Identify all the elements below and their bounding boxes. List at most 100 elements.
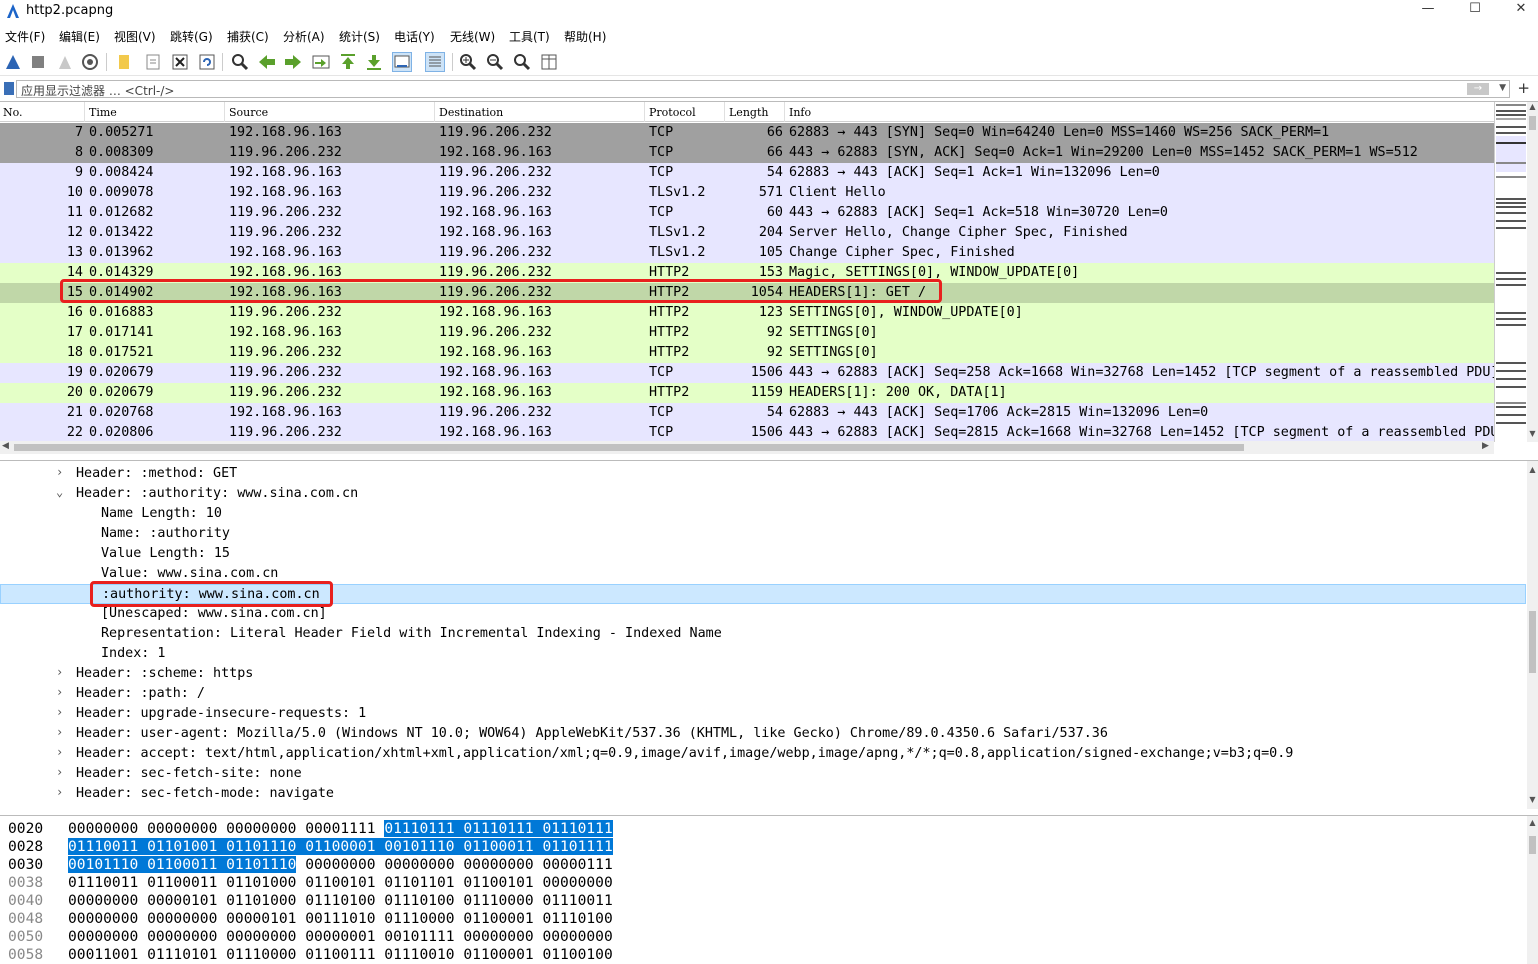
detail-row[interactable]: › Header: :scheme: https bbox=[0, 664, 1526, 684]
packet-details[interactable]: › Header: :method: GET ⌄ Header: :authority… bbox=[0, 460, 1538, 809]
packet-list-vertical-scrollbar[interactable]: ▲ ▼ bbox=[1527, 102, 1538, 442]
menu-tools[interactable]: 工具(T) bbox=[509, 28, 550, 45]
packet-list[interactable]: No. Time Source Destination Protocol Len… bbox=[0, 101, 1538, 454]
go-to-packet-icon[interactable] bbox=[311, 52, 331, 72]
details-vertical-scrollbar[interactable]: ▲ ▼ bbox=[1527, 461, 1538, 809]
minimize-button[interactable]: — bbox=[1405, 0, 1451, 22]
expand-chevron-icon[interactable]: › bbox=[56, 785, 63, 799]
detail-row[interactable]: › Header: :method: GET bbox=[0, 464, 1526, 484]
zoom-in-icon[interactable] bbox=[458, 52, 478, 72]
menu-help[interactable]: 帮助(H) bbox=[564, 28, 606, 45]
first-packet-icon[interactable] bbox=[338, 52, 358, 72]
last-packet-icon[interactable] bbox=[364, 52, 384, 72]
detail-row-selected[interactable]: :authority: www.sina.com.cn bbox=[0, 584, 1526, 604]
add-filter-button-icon[interactable]: + bbox=[1517, 79, 1530, 97]
maximize-button[interactable]: ☐ bbox=[1452, 0, 1498, 22]
detail-row[interactable]: Value: www.sina.com.cn bbox=[0, 564, 1526, 584]
expand-chevron-icon[interactable]: › bbox=[56, 685, 63, 699]
start-capture-icon[interactable] bbox=[3, 52, 23, 72]
detail-row[interactable]: ⌄ Header: :authority: www.sina.com.cn bbox=[0, 484, 1526, 504]
menu-capture[interactable]: 捕获(C) bbox=[227, 28, 269, 45]
minimap-stripe bbox=[1496, 220, 1526, 222]
packet-row[interactable]: 17 0.017141 192.168.96.163 119.96.206.232 HT… bbox=[0, 323, 1494, 343]
go-forward-icon[interactable] bbox=[283, 52, 303, 72]
stop-capture-icon[interactable] bbox=[28, 52, 48, 72]
packet-row[interactable]: 15 0.014902 192.168.96.163 119.96.206.232 HT… bbox=[0, 283, 1494, 303]
go-back-icon[interactable] bbox=[257, 52, 277, 72]
close-file-icon[interactable] bbox=[170, 52, 190, 72]
column-length[interactable]: Length bbox=[729, 106, 768, 119]
auto-scroll-icon[interactable] bbox=[392, 52, 412, 72]
packet-row[interactable]: 13 0.013962 192.168.96.163 119.96.206.232 TL… bbox=[0, 243, 1494, 263]
detail-row[interactable]: Value Length: 15 bbox=[0, 544, 1526, 564]
packet-row[interactable]: 20 0.020679 119.96.206.232 192.168.96.163 HT… bbox=[0, 383, 1494, 403]
packet-row[interactable]: 9 0.008424 192.168.96.163 119.96.206.232 TCP… bbox=[0, 163, 1494, 183]
save-file-icon[interactable] bbox=[143, 52, 163, 72]
packet-row[interactable]: 21 0.020768 192.168.96.163 119.96.206.232 TC… bbox=[0, 403, 1494, 423]
capture-options-icon[interactable] bbox=[80, 52, 100, 72]
expand-chevron-icon[interactable]: › bbox=[56, 705, 63, 719]
expand-chevron-icon[interactable]: › bbox=[56, 765, 63, 779]
detail-row[interactable]: Index: 1 bbox=[0, 644, 1526, 664]
packet-bytes[interactable]: 0020 00000000 00000000 00000000 00001111 … bbox=[0, 815, 1538, 964]
menu-view[interactable]: 视图(V) bbox=[114, 28, 156, 45]
open-file-icon[interactable] bbox=[114, 52, 134, 72]
packet-row[interactable]: 12 0.013422 119.96.206.232 192.168.96.163 TL… bbox=[0, 223, 1494, 243]
menu-wireless[interactable]: 无线(W) bbox=[450, 28, 495, 45]
column-no[interactable]: No. bbox=[3, 106, 23, 119]
packet-minimap[interactable] bbox=[1494, 102, 1526, 442]
menu-go[interactable]: 跳转(G) bbox=[170, 28, 213, 45]
detail-row[interactable]: › Header: :path: / bbox=[0, 684, 1526, 704]
menu-analyze[interactable]: 分析(A) bbox=[283, 28, 325, 45]
detail-row[interactable]: › Header: upgrade-insecure-requests: 1 bbox=[0, 704, 1526, 724]
detail-row[interactable]: Representation: Literal Header Field wit… bbox=[0, 624, 1526, 644]
packet-row[interactable]: 18 0.017521 119.96.206.232 192.168.96.163 HT… bbox=[0, 343, 1494, 363]
expand-chevron-icon[interactable]: › bbox=[56, 725, 63, 739]
normal-size-icon[interactable] bbox=[512, 52, 532, 72]
column-protocol[interactable]: Protocol bbox=[649, 106, 696, 119]
detail-row[interactable]: › Header: sec-fetch-mode: navigate bbox=[0, 784, 1526, 804]
packet-protocol: TCP bbox=[649, 125, 674, 140]
minimap-stripe bbox=[1496, 162, 1526, 164]
packet-row[interactable]: 10 0.009078 192.168.96.163 119.96.206.232 TL… bbox=[0, 183, 1494, 203]
menu-telephony[interactable]: 电话(Y) bbox=[394, 28, 435, 45]
detail-row[interactable]: › Header: accept: text/html,application/x… bbox=[0, 744, 1526, 764]
restart-capture-icon[interactable] bbox=[55, 52, 75, 72]
detail-row[interactable]: Name Length: 10 bbox=[0, 504, 1526, 524]
apply-filter-button[interactable]: → bbox=[1467, 83, 1489, 95]
detail-row[interactable]: Name: :authority bbox=[0, 524, 1526, 544]
detail-row[interactable]: › Header: user-agent: Mozilla/5.0 (Window… bbox=[0, 724, 1526, 744]
collapse-chevron-icon[interactable]: ⌄ bbox=[56, 485, 63, 499]
column-destination[interactable]: Destination bbox=[439, 106, 503, 119]
find-packet-icon[interactable] bbox=[230, 52, 250, 72]
expand-chevron-icon[interactable]: › bbox=[56, 745, 63, 759]
menu-edit[interactable]: 编辑(E) bbox=[59, 28, 100, 45]
filter-dropdown-icon[interactable]: ▼ bbox=[1499, 83, 1506, 93]
menu-statistics[interactable]: 统计(S) bbox=[339, 28, 380, 45]
column-source[interactable]: Source bbox=[229, 106, 268, 119]
packet-row[interactable]: 22 0.020806 119.96.206.232 192.168.96.163 TC… bbox=[0, 423, 1494, 443]
title-bar: http2.pcapng — ☐ ✕ bbox=[0, 0, 1538, 22]
column-time[interactable]: Time bbox=[89, 106, 117, 119]
reload-file-icon[interactable] bbox=[197, 52, 217, 72]
expand-chevron-icon[interactable]: › bbox=[56, 465, 63, 479]
packet-row[interactable]: 16 0.016883 119.96.206.232 192.168.96.163 HT… bbox=[0, 303, 1494, 323]
detail-row[interactable]: › Header: sec-fetch-site: none bbox=[0, 764, 1526, 784]
packet-row[interactable]: 8 0.008309 119.96.206.232 192.168.96.163 TCP… bbox=[0, 143, 1494, 163]
packet-row[interactable]: 11 0.012682 119.96.206.232 192.168.96.163 TC… bbox=[0, 203, 1494, 223]
filter-bookmark-icon[interactable] bbox=[4, 82, 14, 95]
expand-chevron-icon[interactable]: › bbox=[56, 665, 63, 679]
display-filter-input[interactable]: 应用显示过滤器 … <Ctrl-/> → ▼ bbox=[16, 80, 1510, 98]
zoom-out-icon[interactable] bbox=[485, 52, 505, 72]
packet-row[interactable]: 7 0.005271 192.168.96.163 119.96.206.232 TCP… bbox=[0, 123, 1494, 143]
bytes-vertical-scrollbar[interactable]: ▲ bbox=[1527, 816, 1538, 964]
colorize-icon[interactable] bbox=[425, 52, 445, 72]
close-button[interactable]: ✕ bbox=[1498, 0, 1538, 22]
packet-row[interactable]: 14 0.014329 192.168.96.163 119.96.206.232 HT… bbox=[0, 263, 1494, 283]
menu-file[interactable]: 文件(F) bbox=[5, 28, 45, 45]
packet-row[interactable]: 19 0.020679 119.96.206.232 192.168.96.163 TC… bbox=[0, 363, 1494, 383]
column-info[interactable]: Info bbox=[789, 106, 811, 119]
resize-columns-icon[interactable] bbox=[539, 52, 559, 72]
packet-list-horizontal-scrollbar[interactable]: ◀ ▶ bbox=[0, 441, 1494, 454]
detail-row[interactable]: [Unescaped: www.sina.com.cn] bbox=[0, 604, 1526, 624]
